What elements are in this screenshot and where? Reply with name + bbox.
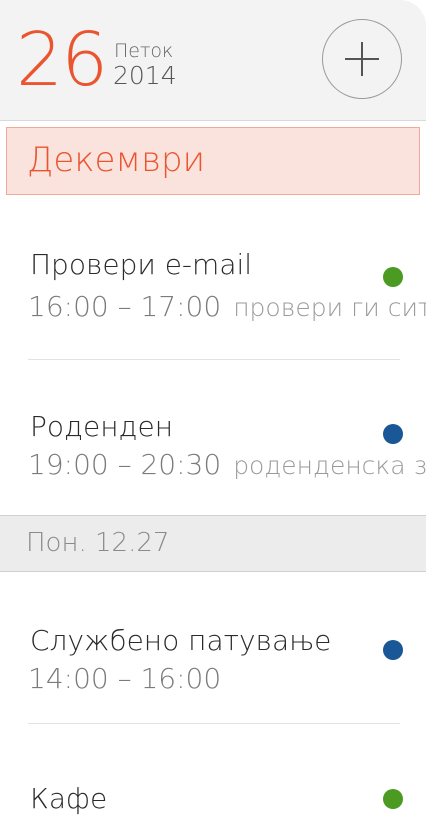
event-title: Роденден [30, 410, 174, 443]
event-time-range: 19:00 – 20:30 [28, 448, 222, 481]
header-divider [0, 120, 426, 121]
event-item[interactable]: Службено патување 14:00 – 16:00 [0, 624, 426, 704]
date-day-number: 26 [16, 17, 108, 103]
event-item[interactable]: Кафе [0, 782, 426, 816]
event-color-dot [383, 424, 403, 444]
event-color-dot [383, 789, 403, 809]
event-item[interactable]: Роденден 19:00 – 20:30 роденденска забава [0, 410, 426, 500]
date-year: 2014 [113, 61, 177, 90]
event-divider [28, 359, 400, 360]
event-time: 19:00 – 20:30 роденденска забава [28, 448, 426, 483]
plus-icon [345, 42, 379, 76]
month-label: Декември [27, 140, 205, 180]
event-time: 14:00 – 16:00 [28, 662, 221, 696]
event-color-dot [383, 267, 403, 287]
date-weekday: Петок [114, 40, 174, 62]
add-event-button[interactable] [322, 19, 402, 99]
day-header: Пон. 12.27 [0, 515, 426, 572]
event-title: Службено патување [30, 624, 332, 657]
event-note: роденденска забава [233, 451, 426, 480]
event-time: 16:00 – 17:00 провери ги сите [28, 290, 426, 325]
event-item[interactable]: Провери e-mail 16:00 – 17:00 провери ги с… [0, 248, 426, 338]
event-time-range: 14:00 – 16:00 [28, 662, 222, 695]
event-divider [28, 723, 400, 724]
event-title: Кафе [30, 782, 108, 815]
event-title: Провери e-mail [30, 248, 253, 281]
month-header: Декември [6, 127, 420, 195]
event-note: провери ги сите [233, 293, 426, 322]
date-header: 26 Петок 2014 [0, 0, 426, 120]
event-time-range: 16:00 – 17:00 [28, 290, 222, 323]
event-color-dot [383, 640, 403, 660]
day-header-label: Пон. 12.27 [26, 528, 170, 558]
